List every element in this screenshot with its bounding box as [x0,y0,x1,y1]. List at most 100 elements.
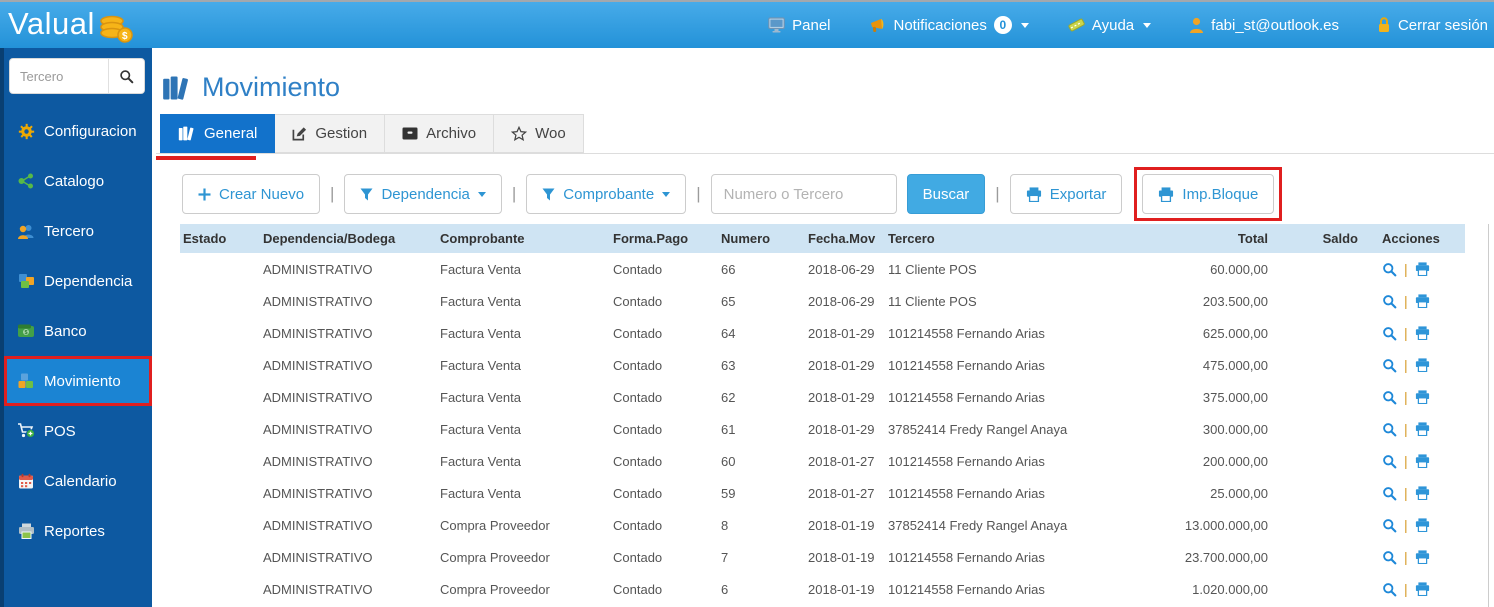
coins-icon: $ [97,13,133,43]
cell-dependencia: ADMINISTRATIVO [263,421,373,437]
cell-comprobante: Factura Venta [440,421,521,437]
cell-tercero: 101214558 Fernando Arias [888,389,1045,405]
cell-forma-pago: Contado [613,581,663,597]
dependencia-dropdown[interactable]: Dependencia [344,174,502,214]
view-action-icon[interactable] [1382,582,1397,597]
cell-numero: 61 [721,421,736,437]
sidebar-item-banco[interactable]: $ Banco [4,306,152,356]
sidebar-search-input[interactable] [10,59,108,93]
cell-tercero: 37852414 Fredy Rangel Anaya [888,517,1068,533]
sidebar-item-calendario[interactable]: Calendario [4,456,152,506]
cell-numero: 62 [721,389,736,405]
view-action-icon[interactable] [1382,358,1397,373]
print-action-icon[interactable] [1415,326,1430,340]
cell-forma-pago: Contado [613,549,663,565]
table-row: ADMINISTRATIVO Factura Venta Contado 64 … [180,317,1465,349]
view-action-icon[interactable] [1382,326,1397,341]
print-action-icon[interactable] [1415,390,1430,404]
cell-dependencia: ADMINISTRATIVO [263,581,373,597]
ticket-icon [1067,17,1085,33]
numero-tercero-input[interactable] [710,174,897,214]
user-menu-item[interactable]: fabi_st@outlook.es [1189,17,1339,34]
sidebar-item-label: Reportes [44,522,105,540]
sidebar-search-button[interactable] [108,59,144,93]
monitor-icon [768,17,785,33]
ayuda-menu-item[interactable]: Ayuda [1067,17,1152,34]
tab-woo[interactable]: Woo [494,114,584,153]
print-action-icon[interactable] [1415,422,1430,436]
star-icon [511,126,528,141]
tab-archivo[interactable]: Archivo [385,114,495,153]
cell-total: 13.000.000,00 [1184,517,1268,533]
print-action-icon[interactable] [1415,454,1430,468]
tab-gestion[interactable]: Gestion [275,114,386,153]
view-action-icon[interactable] [1382,422,1397,437]
view-action-icon[interactable] [1382,390,1397,405]
notificaciones-menu-item[interactable]: Notificaciones 0 [869,16,1029,34]
view-action-icon[interactable] [1382,550,1397,565]
cell-dependencia: ADMINISTRATIVO [263,389,373,405]
imp-bloque-button[interactable]: Imp.Bloque [1142,174,1275,214]
notificaciones-label: Notificaciones [893,16,987,34]
tab-label: General [204,125,258,142]
sidebar-item-catalogo[interactable]: Catalogo [4,156,152,206]
cell-total: 60.000,00 [1210,261,1268,277]
cell-forma-pago: Contado [613,421,663,437]
print-action-icon[interactable] [1415,550,1430,564]
tab-label: Gestion [315,125,368,142]
logout-menu-item[interactable]: Cerrar sesión [1377,17,1488,34]
action-separator: | [1404,453,1408,469]
print-action-icon[interactable] [1415,358,1430,372]
annotation-box-imp-bloque: Imp.Bloque [1134,167,1283,221]
comprobante-dropdown[interactable]: Comprobante [526,174,687,214]
sidebar-item-pos[interactable]: POS [4,406,152,456]
cell-tercero: 11 Cliente POS [888,261,977,277]
svg-text:$: $ [24,330,27,336]
blocks-icon [17,373,35,389]
column-header: Forma.Pago [613,231,689,246]
view-action-icon[interactable] [1382,518,1397,533]
tab-general[interactable]: General [160,114,276,153]
sidebar-item-configuracion[interactable]: Configuracion [4,106,152,156]
dependencia-label: Dependencia [381,185,470,203]
cell-tercero: 101214558 Fernando Arias [888,357,1045,373]
search-icon [119,69,134,84]
print-action-icon[interactable] [1415,582,1430,596]
buscar-button[interactable]: Buscar [906,174,986,214]
sidebar-item-movimiento[interactable]: Movimiento [4,356,152,406]
column-header: Saldo [1322,231,1358,246]
view-action-icon[interactable] [1382,486,1397,501]
topbar-menu: Panel Notificaciones 0 Ayuda fabi_st@out… [768,16,1488,34]
cell-numero: 59 [721,485,736,501]
view-action-icon[interactable] [1382,454,1397,469]
action-separator: | [1404,325,1408,341]
crear-nuevo-button[interactable]: Crear Nuevo [182,174,321,214]
cart-icon [17,423,35,439]
printer-icon [1026,186,1042,202]
page-title: Movimiento [162,72,340,103]
panel-menu-item[interactable]: Panel [768,17,831,34]
exportar-button[interactable]: Exportar [1009,174,1123,214]
print-action-icon[interactable] [1415,486,1430,500]
cell-dependencia: ADMINISTRATIVO [263,293,373,309]
cell-total: 625.000,00 [1202,325,1268,341]
print-action-icon[interactable] [1415,518,1430,532]
main-content: Movimiento General Gestion Archivo Woo C… [156,48,1494,607]
print-action-icon[interactable] [1415,262,1430,276]
exportar-label: Exportar [1049,185,1107,203]
sidebar-item-tercero[interactable]: Tercero [4,206,152,256]
comprobante-label: Comprobante [563,185,655,203]
sidebar-item-reportes[interactable]: Reportes [4,506,152,556]
print-action-icon[interactable] [1415,294,1430,308]
table-row: ADMINISTRATIVO Factura Venta Contado 60 … [180,445,1465,477]
sidebar-item-dependencia[interactable]: Dependencia [4,256,152,306]
view-action-icon[interactable] [1382,294,1397,309]
cell-total: 23.700.000,00 [1184,549,1268,565]
table-header-row: Estado Dependencia/Bodega Comprobante Fo… [180,224,1465,253]
toolbar-separator: | [330,184,335,203]
calendar-icon [17,473,35,489]
brand-logo[interactable]: Valual $ [8,8,133,43]
scrollbar-track-edge[interactable] [1488,224,1489,607]
view-action-icon[interactable] [1382,262,1397,277]
cell-total: 375.000,00 [1202,389,1268,405]
